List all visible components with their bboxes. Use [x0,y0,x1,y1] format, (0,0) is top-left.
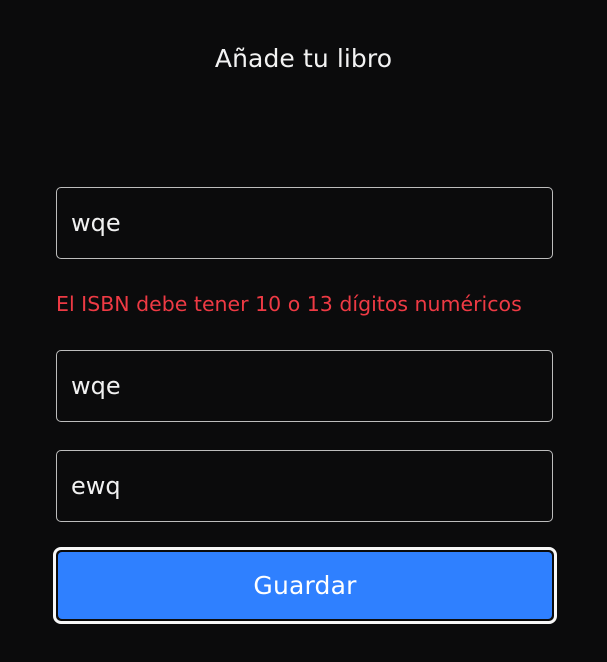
save-button[interactable]: Guardar [53,547,557,624]
page-title: Añade tu libro [214,44,393,73]
book-title-input[interactable] [56,350,553,422]
isbn-error-message: El ISBN debe tener 10 o 13 dígitos numér… [56,292,522,316]
isbn-input[interactable] [56,187,553,259]
book-author-input[interactable] [56,450,553,522]
save-button-label: Guardar [58,552,552,619]
